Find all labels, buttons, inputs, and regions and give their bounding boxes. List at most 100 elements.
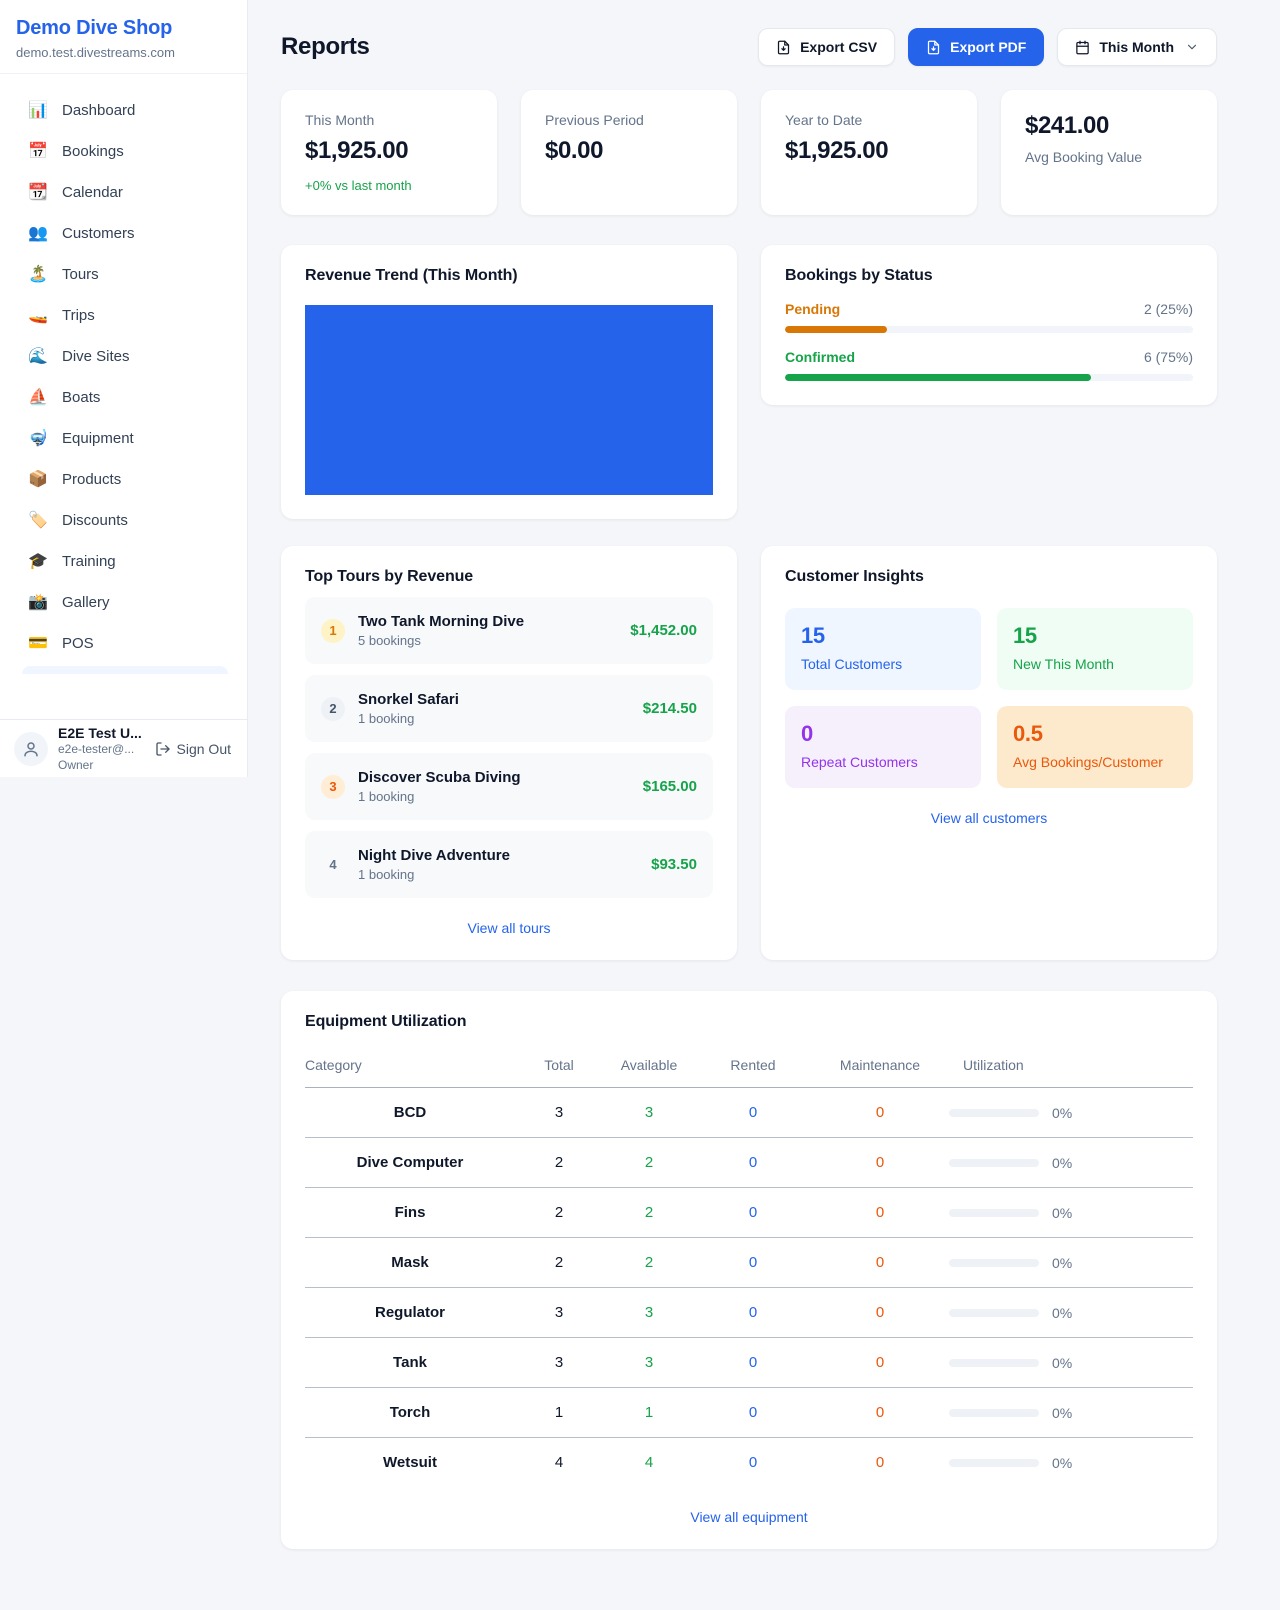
view-all-equipment-link[interactable]: View all equipment	[305, 1509, 1193, 1525]
utilization-bar	[949, 1309, 1039, 1317]
sidebar-item-reports-partial[interactable]	[22, 666, 228, 674]
col-total: Total	[515, 1047, 603, 1088]
sidebar-item-calendar[interactable]: 📆 Calendar	[8, 174, 239, 211]
status-label-pending: Pending	[785, 301, 840, 317]
calendar-icon: 📆	[28, 185, 48, 201]
tour-row[interactable]: 4 Night Dive Adventure 1 booking $93.50	[305, 831, 713, 898]
insight-value: 15	[1013, 623, 1177, 649]
sidebar-item-dashboard[interactable]: 📊 Dashboard	[8, 92, 239, 129]
insight-value: 0	[801, 721, 965, 747]
sidebar-item-products[interactable]: 📦 Products	[8, 461, 239, 498]
cell-rented: 0	[695, 1438, 811, 1488]
tour-bookings: 1 booking	[358, 867, 638, 882]
tour-row[interactable]: 1 Two Tank Morning Dive 5 bookings $1,45…	[305, 597, 713, 664]
tour-row[interactable]: 2 Snorkel Safari 1 booking $214.50	[305, 675, 713, 742]
sidebar-item-pos[interactable]: 💳 POS	[8, 625, 239, 662]
user-meta: E2E Test U... e2e-tester@... Owner	[58, 724, 145, 773]
camera-icon: 📸	[28, 595, 48, 611]
sidebar-item-label: Discounts	[62, 512, 128, 529]
stat-label: Year to Date	[785, 112, 953, 128]
table-row: Fins 2 2 0 0 0%	[305, 1188, 1193, 1238]
sidebar-item-bookings[interactable]: 📅 Bookings	[8, 133, 239, 170]
utilization-pct: 0%	[1052, 1255, 1072, 1271]
period-dropdown[interactable]: This Month	[1057, 28, 1217, 66]
cell-total: 2	[515, 1238, 603, 1288]
revenue-trend-title: Revenue Trend (This Month)	[305, 267, 713, 285]
export-csv-button[interactable]: Export CSV	[758, 28, 895, 66]
status-row-pending: Pending 2 (25%)	[785, 301, 1193, 317]
credit-card-icon: 💳	[28, 636, 48, 652]
sidebar-item-trips[interactable]: 🚤 Trips	[8, 297, 239, 334]
cell-rented: 0	[695, 1138, 811, 1188]
shop-name: Demo Dive Shop	[16, 17, 231, 40]
chevron-down-icon	[1185, 40, 1199, 54]
bookings-by-status-card: Bookings by Status Pending 2 (25%) Confi…	[761, 245, 1217, 405]
file-download-icon	[926, 40, 941, 55]
sidebar-item-boats[interactable]: ⛵ Boats	[8, 379, 239, 416]
col-utilization: Utilization	[949, 1047, 1193, 1088]
table-row: Tank 3 3 0 0 0%	[305, 1338, 1193, 1388]
utilization-pct: 0%	[1052, 1105, 1072, 1121]
user-name: E2E Test U...	[58, 724, 145, 742]
calendar-17-icon: 📅	[28, 144, 48, 160]
utilization-pct: 0%	[1052, 1405, 1072, 1421]
sidebar-item-tours[interactable]: 🏝️ Tours	[8, 256, 239, 293]
stat-card-avg-booking-value: $241.00 Avg Booking Value	[1001, 90, 1217, 215]
tour-row[interactable]: 3 Discover Scuba Diving 1 booking $165.0…	[305, 753, 713, 820]
sidebar-item-gallery[interactable]: 📸 Gallery	[8, 584, 239, 621]
sidebar-item-label: Trips	[62, 307, 95, 324]
rank-badge: 4	[321, 853, 345, 877]
sidebar-item-label: Products	[62, 471, 121, 488]
calendar-icon	[1075, 40, 1090, 55]
grad-cap-icon: 🎓	[28, 554, 48, 570]
sidebar-item-label: Bookings	[62, 143, 124, 160]
stat-value: $1,925.00	[305, 137, 473, 165]
export-pdf-button[interactable]: Export PDF	[908, 28, 1044, 66]
cell-category: Torch	[305, 1388, 515, 1438]
avatar	[14, 732, 48, 766]
utilization-pct: 0%	[1052, 1205, 1072, 1221]
equipment-table: Category Total Available Rented Maintena…	[305, 1047, 1193, 1487]
status-count-confirmed: 6 (75%)	[1144, 349, 1193, 365]
revenue-trend-chart	[305, 305, 713, 495]
sign-out-button[interactable]: Sign Out	[155, 741, 233, 757]
sailboat-icon: ⛵	[28, 390, 48, 406]
cell-available: 3	[603, 1288, 695, 1338]
utilization-bar	[949, 1409, 1039, 1417]
cell-maintenance: 0	[811, 1188, 949, 1238]
sidebar-item-discounts[interactable]: 🏷️ Discounts	[8, 502, 239, 539]
sidebar-item-equipment[interactable]: 🤿 Equipment	[8, 420, 239, 457]
sidebar-item-training[interactable]: 🎓 Training	[8, 543, 239, 580]
sidebar-item-customers[interactable]: 👥 Customers	[8, 215, 239, 252]
cell-category: Mask	[305, 1238, 515, 1288]
sidebar: Demo Dive Shop demo.test.divestreams.com…	[0, 0, 248, 777]
status-label-confirmed: Confirmed	[785, 349, 855, 365]
cell-available: 2	[603, 1188, 695, 1238]
cell-maintenance: 0	[811, 1438, 949, 1488]
insight-avg-bookings: 0.5 Avg Bookings/Customer	[997, 706, 1193, 788]
header-actions: Export CSV Export PDF This Month	[758, 28, 1217, 66]
cell-total: 2	[515, 1188, 603, 1238]
cell-rented: 0	[695, 1238, 811, 1288]
insights-row: Top Tours by Revenue 1 Two Tank Morning …	[281, 546, 1217, 960]
status-bar-pending	[785, 326, 887, 333]
sidebar-item-label: Tours	[62, 266, 99, 283]
utilization-bar	[949, 1209, 1039, 1217]
rank-badge: 2	[321, 697, 345, 721]
view-all-tours-link[interactable]: View all tours	[305, 920, 713, 936]
cell-category: Tank	[305, 1338, 515, 1388]
sidebar-item-dive-sites[interactable]: 🌊 Dive Sites	[8, 338, 239, 375]
equipment-utilization-card: Equipment Utilization Category Total Ava…	[281, 991, 1217, 1549]
table-row: Mask 2 2 0 0 0%	[305, 1238, 1193, 1288]
top-tours-title: Top Tours by Revenue	[305, 568, 713, 586]
view-all-customers-link[interactable]: View all customers	[785, 810, 1193, 826]
sidebar-nav: 📊 Dashboard 📅 Bookings 📆 Calendar 👥 Cust…	[0, 74, 247, 719]
tour-bookings: 1 booking	[358, 711, 630, 726]
diving-mask-icon: 🤿	[28, 431, 48, 447]
tour-amount: $1,452.00	[630, 622, 697, 639]
utilization-bar	[949, 1159, 1039, 1167]
tour-name: Snorkel Safari	[358, 691, 630, 708]
sidebar-item-label: Training	[62, 553, 116, 570]
cell-maintenance: 0	[811, 1338, 949, 1388]
speedboat-icon: 🚤	[28, 308, 48, 324]
